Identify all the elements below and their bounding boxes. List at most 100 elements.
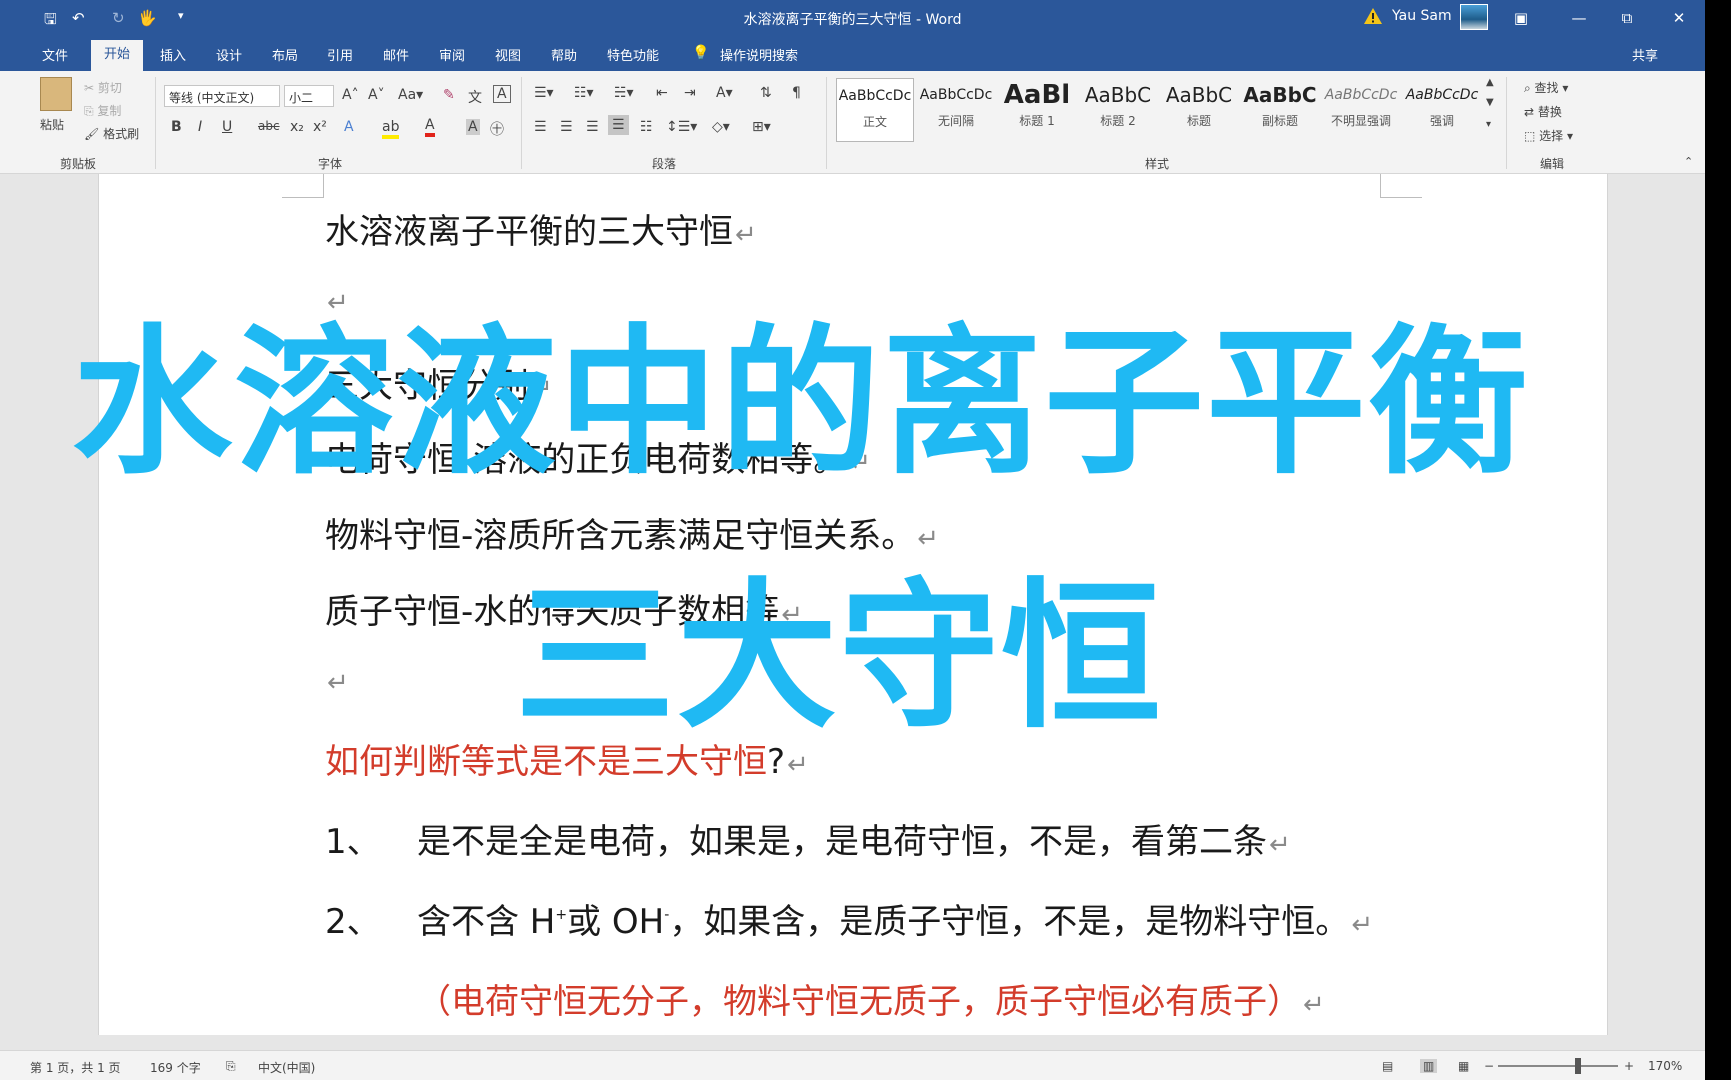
restore-icon[interactable]: ⧉ xyxy=(1612,6,1642,30)
replace-button[interactable]: ⇄ 替换 xyxy=(1524,103,1562,120)
vertical-scrollbar[interactable] xyxy=(1683,174,1705,1050)
language-indicator[interactable]: 中文(中国) xyxy=(258,1059,315,1076)
text-effects-icon[interactable]: A xyxy=(344,119,354,135)
collapse-ribbon-icon[interactable]: ⌃ xyxy=(1684,155,1693,168)
style-heading-1[interactable]: AaBl 标题 1 xyxy=(998,78,1076,142)
zoom-level[interactable]: 170% xyxy=(1648,1059,1682,1073)
font-color-icon[interactable]: A xyxy=(425,117,435,137)
close-icon[interactable]: ✕ xyxy=(1664,6,1694,30)
borders-icon[interactable]: ⊞▾ xyxy=(752,119,771,135)
user-name[interactable]: Yau Sam xyxy=(1392,8,1452,24)
change-case-icon[interactable]: Aa▾ xyxy=(398,87,423,103)
doc-title[interactable]: 水溶液离子平衡的三大守恒↵ xyxy=(325,204,757,253)
avatar[interactable] xyxy=(1460,4,1488,30)
styles-scroll-up-icon[interactable]: ▲ xyxy=(1486,77,1494,88)
numbering-icon[interactable]: ☷▾ xyxy=(574,85,594,101)
zoom-slider[interactable] xyxy=(1498,1065,1618,1067)
show-marks-icon[interactable]: ¶ xyxy=(792,85,801,101)
overlay-caption-line2: 三大守恒 xyxy=(515,563,1164,750)
style-subtitle[interactable]: AaBbC 副标题 xyxy=(1241,78,1319,142)
tab-file[interactable]: 文件 xyxy=(42,45,68,64)
share-button[interactable]: 共享 xyxy=(1632,45,1658,64)
list-item[interactable]: 2、 含不含 H+或 OH-，如果含，是质子守恒，不是，是物料守恒。↵ xyxy=(325,894,1373,943)
increase-indent-icon[interactable]: ⇥ xyxy=(684,85,696,101)
highlight-icon[interactable]: ab xyxy=(382,119,400,139)
distributed-icon[interactable]: ☷ xyxy=(640,119,653,135)
decrease-indent-icon[interactable]: ⇤ xyxy=(656,85,668,101)
tab-layout[interactable]: 布局 xyxy=(272,45,298,64)
align-center-icon[interactable]: ☰ xyxy=(560,119,573,135)
bullets-icon[interactable]: ☰▾ xyxy=(534,85,554,101)
minimize-icon[interactable]: — xyxy=(1564,6,1594,30)
shading-icon[interactable]: ◇▾ xyxy=(712,119,730,135)
character-border-icon[interactable]: A xyxy=(493,85,511,103)
page-count[interactable]: 第 1 页，共 1 页 xyxy=(30,1059,121,1076)
subscript-icon[interactable]: x₂ xyxy=(290,119,304,135)
styles-more-icon[interactable]: ▾ xyxy=(1486,119,1491,130)
grow-font-icon[interactable]: A˄ xyxy=(342,87,359,103)
zoom-in-icon[interactable]: + xyxy=(1624,1059,1634,1073)
clear-formatting-icon[interactable]: ✎ xyxy=(443,87,455,103)
character-shading-icon[interactable]: A xyxy=(466,119,480,135)
style-emphasis[interactable]: AaBbCcDc 强调 xyxy=(1403,78,1481,142)
web-layout-icon[interactable]: ▦ xyxy=(1458,1059,1469,1073)
tab-help[interactable]: 帮助 xyxy=(551,45,577,64)
zoom-slider-thumb[interactable] xyxy=(1575,1058,1581,1074)
format-painter-button[interactable]: 🖌 格式刷 xyxy=(84,125,139,142)
italic-icon[interactable]: I xyxy=(198,119,202,135)
paste-button[interactable]: 粘贴 xyxy=(40,116,64,133)
ribbon-display-options-icon[interactable]: ▣ xyxy=(1506,6,1536,30)
tab-review[interactable]: 审阅 xyxy=(439,45,465,64)
align-left-icon[interactable]: ☰ xyxy=(534,119,547,135)
font-name-select[interactable]: 等线 (中文正文) xyxy=(164,85,280,107)
warning-icon[interactable] xyxy=(1363,7,1383,25)
word-count[interactable]: 169 个字 xyxy=(150,1059,201,1076)
strikethrough-icon[interactable]: abc xyxy=(258,119,280,133)
copy-button[interactable]: ⎘ 复制 xyxy=(84,102,121,119)
bold-icon[interactable]: B xyxy=(171,119,182,135)
underline-icon[interactable]: U xyxy=(222,119,232,135)
chinese-layout-icon[interactable]: A▾ xyxy=(716,85,733,101)
select-button[interactable]: ⬚ 选择 ▾ xyxy=(1524,127,1573,144)
style-normal[interactable]: AaBbCcDc 正文 xyxy=(836,78,914,142)
align-right-icon[interactable]: ☰ xyxy=(586,119,599,135)
style-no-spacing[interactable]: AaBbCcDc 无间隔 xyxy=(917,78,995,142)
style-heading-2[interactable]: AaBbC 标题 2 xyxy=(1079,78,1157,142)
paste-icon[interactable] xyxy=(40,77,72,111)
read-mode-icon[interactable]: ▤ xyxy=(1382,1059,1393,1073)
tab-home[interactable]: 开始 xyxy=(91,40,143,71)
lightbulb-icon: 💡 xyxy=(692,45,710,61)
multilevel-list-icon[interactable]: ☵▾ xyxy=(614,85,634,101)
tab-mailings[interactable]: 邮件 xyxy=(383,45,409,64)
tab-design[interactable]: 设计 xyxy=(216,45,242,64)
enclose-characters-icon[interactable]: ㊉ xyxy=(490,119,504,139)
line-spacing-icon[interactable]: ↕☰▾ xyxy=(666,119,697,135)
doc-note[interactable]: （电荷守恒无分子，物料守恒无质子，质子守恒必有质子）↵ xyxy=(417,974,1325,1023)
sort-icon[interactable]: ⇅ xyxy=(760,85,772,101)
shrink-font-icon[interactable]: A˅ xyxy=(368,87,385,103)
font-size-select[interactable]: 小二 xyxy=(284,85,334,107)
proofing-icon[interactable]: ⎘ xyxy=(226,1059,236,1074)
zoom-out-icon[interactable]: − xyxy=(1484,1059,1494,1073)
tell-me-search[interactable]: 操作说明搜索 xyxy=(720,45,798,64)
phonetic-guide-icon[interactable]: 文 xyxy=(468,87,482,107)
superscript-icon[interactable]: x² xyxy=(313,119,327,135)
styles-scroll-down-icon[interactable]: ▼ xyxy=(1486,97,1494,108)
doc-paragraph[interactable]: 物料守恒-溶质所含元素满足守恒关系。↵ xyxy=(325,508,939,557)
justify-icon[interactable]: ☰ xyxy=(608,115,629,135)
status-bar: 第 1 页，共 1 页 169 个字 ⎘ 中文(中国) ▤ ▥ ▦ − + 17… xyxy=(0,1050,1705,1080)
word-window: 🖫 ↶ ↻ 🖐 ▾ 水溶液离子平衡的三大守恒 - Word Yau Sam ▣ … xyxy=(0,0,1705,1080)
print-layout-icon[interactable]: ▥ xyxy=(1420,1059,1438,1073)
cut-button[interactable]: ✂ 剪切 xyxy=(84,79,122,96)
style-title[interactable]: AaBbC 标题 xyxy=(1160,78,1238,142)
empty-paragraph[interactable]: ↵ xyxy=(325,660,349,700)
tab-special-features[interactable]: 特色功能 xyxy=(607,45,659,64)
style-subtle-emphasis[interactable]: AaBbCcDc 不明显强调 xyxy=(1322,78,1400,142)
tab-insert[interactable]: 插入 xyxy=(160,45,186,64)
styles-group-label: 样式 xyxy=(1145,157,1170,171)
screen-edge xyxy=(1705,0,1731,1080)
tab-view[interactable]: 视图 xyxy=(495,45,521,64)
list-item[interactable]: 1、 是不是全是电荷，如果是，是电荷守恒，不是，看第二条↵ xyxy=(325,814,1291,863)
tab-references[interactable]: 引用 xyxy=(327,45,353,64)
find-button[interactable]: ⌕ 查找 ▾ xyxy=(1524,79,1568,96)
